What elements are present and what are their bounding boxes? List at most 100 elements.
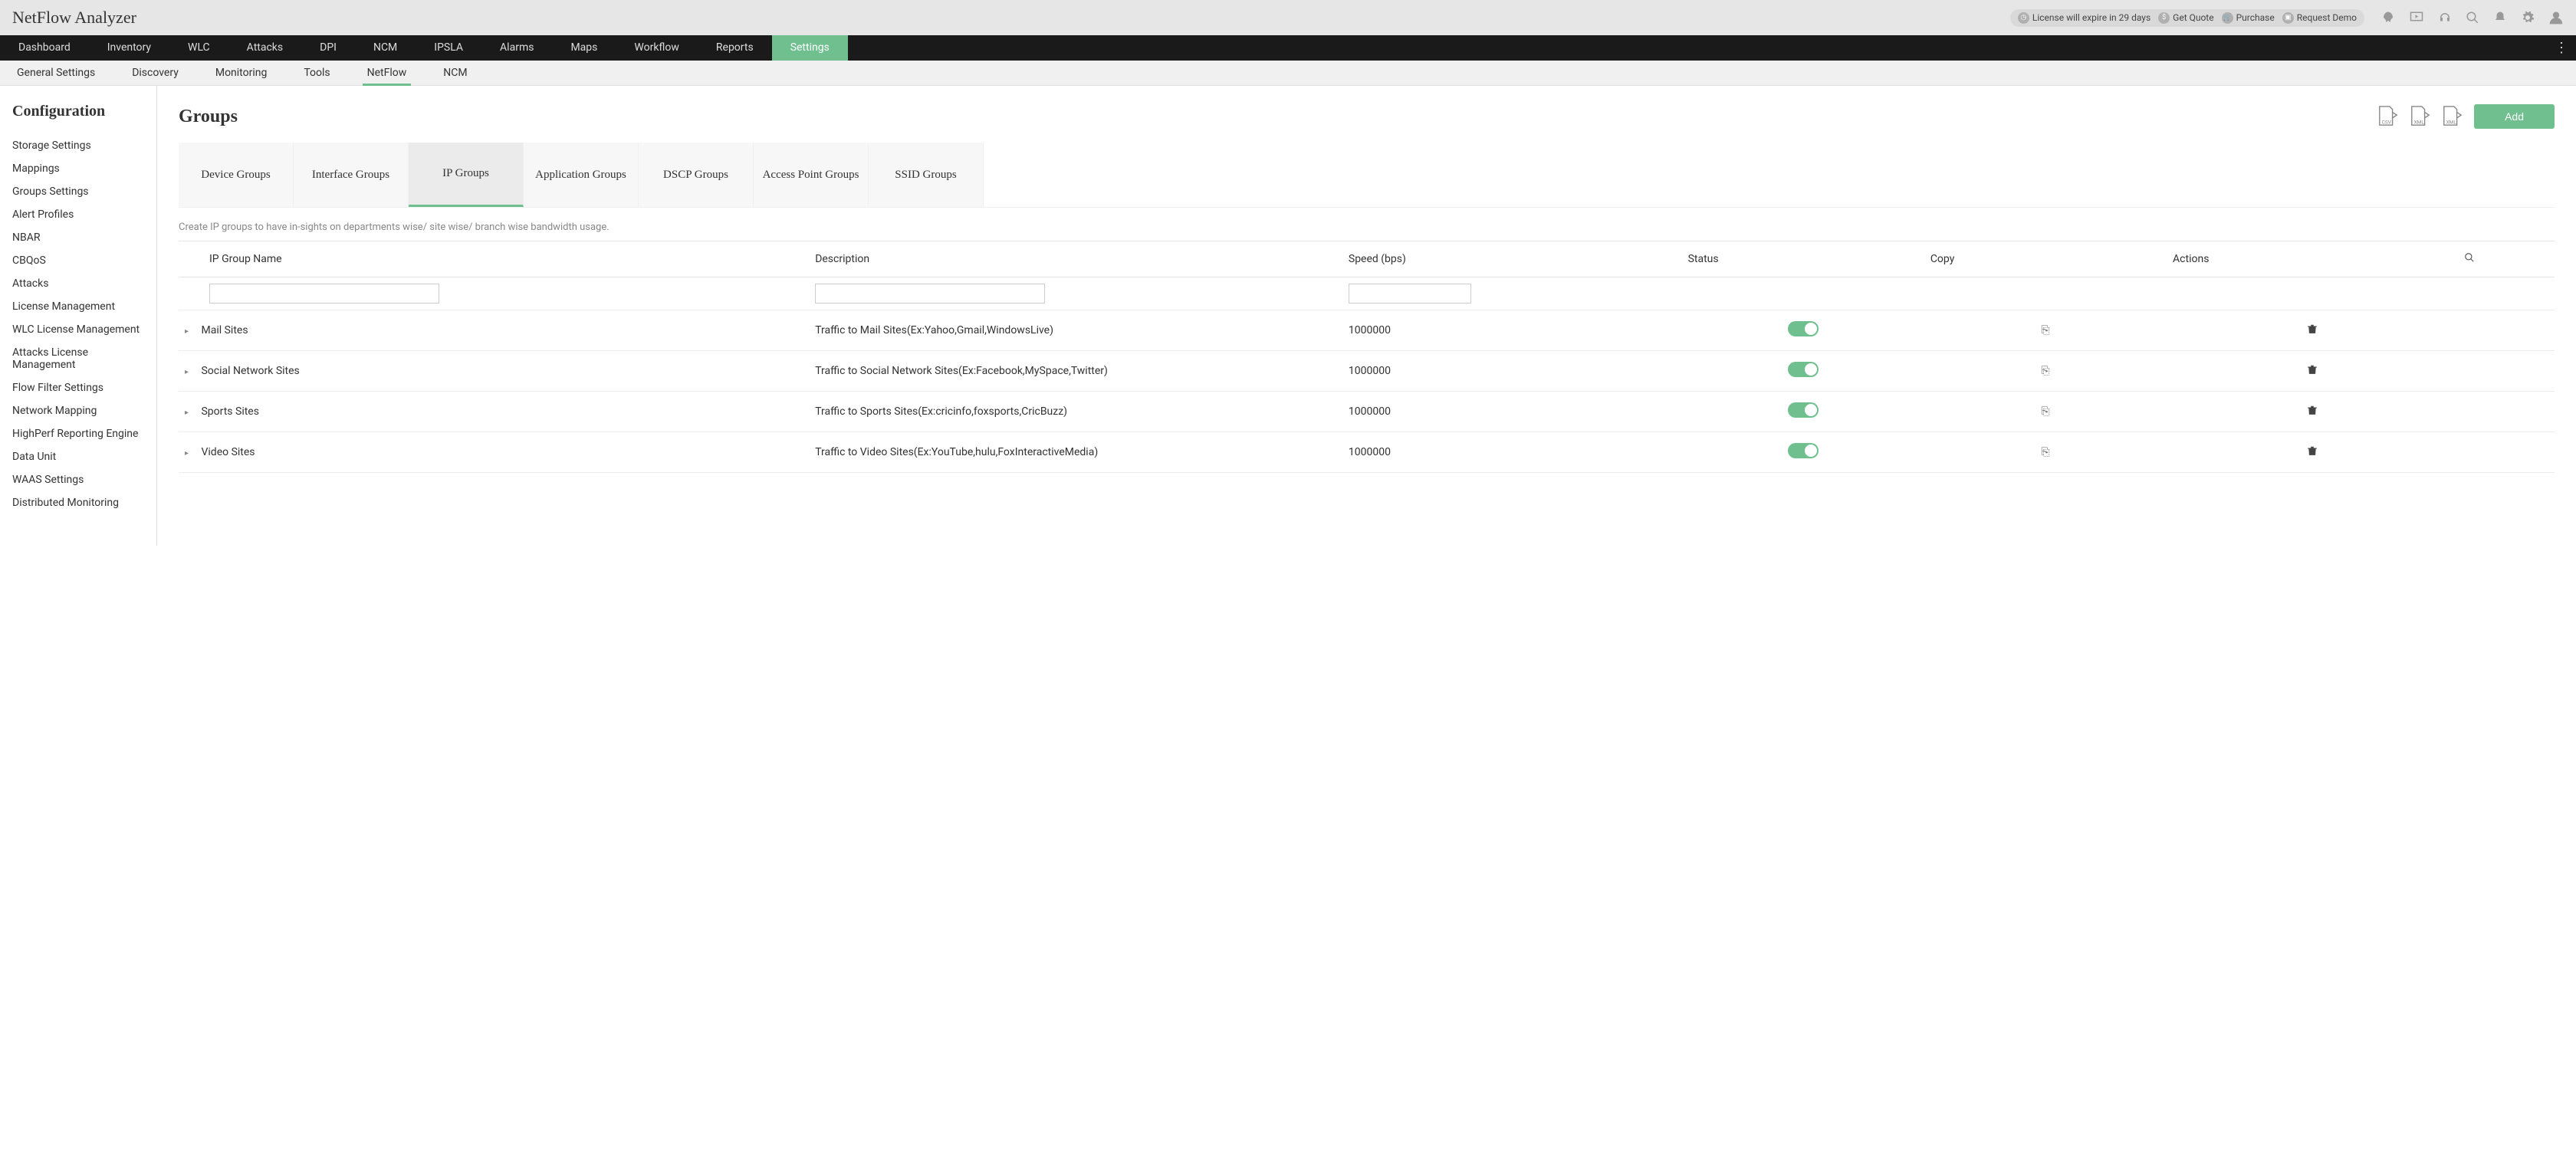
nav-item-alarms[interactable]: Alarms [481, 35, 552, 61]
sidebar-item-groups-settings[interactable]: Groups Settings [12, 180, 144, 203]
filter-name-input[interactable] [209, 284, 439, 304]
row-speed: 1000000 [1342, 351, 1682, 392]
purchase-text: Purchase [2236, 12, 2275, 23]
row-name[interactable]: Sports Sites [201, 405, 258, 418]
main-content: Groups CSV XML XML Add Device GroupsInte… [157, 86, 2576, 546]
nav-item-reports[interactable]: Reports [698, 35, 772, 61]
table-row: ▸ Sports Sites Traffic to Sports Sites(E… [179, 392, 2555, 432]
tab-dscp-groups[interactable]: DSCP Groups [639, 143, 754, 207]
nav-item-wlc[interactable]: WLC [169, 35, 228, 61]
sidebar-item-nbar[interactable]: NBAR [12, 226, 144, 249]
subnav-item-monitoring[interactable]: Monitoring [211, 61, 272, 86]
sidebar-item-network-mapping[interactable]: Network Mapping [12, 399, 144, 422]
sidebar-item-attacks[interactable]: Attacks [12, 272, 144, 295]
nav-item-inventory[interactable]: Inventory [89, 35, 169, 61]
sidebar-item-data-unit[interactable]: Data Unit [12, 445, 144, 468]
row-name[interactable]: Mail Sites [201, 324, 248, 336]
row-name[interactable]: Video Sites [201, 446, 255, 458]
tab-interface-groups[interactable]: Interface Groups [294, 143, 409, 207]
subnav-item-ncm[interactable]: NCM [439, 61, 472, 86]
main-nav: DashboardInventoryWLCAttacksDPINCMIPSLAA… [0, 35, 2576, 61]
expand-icon[interactable]: ▸ [185, 409, 192, 417]
copy-icon[interactable]: ⎘ [2041, 405, 2049, 418]
delete-icon[interactable] [2307, 445, 2318, 460]
col-actions-header[interactable]: Actions [2167, 241, 2457, 277]
request-demo-text: Request Demo [2297, 12, 2357, 23]
sidebar-item-waas-settings[interactable]: WAAS Settings [12, 468, 144, 491]
status-toggle[interactable] [1788, 443, 1819, 458]
sidebar-item-flow-filter-settings[interactable]: Flow Filter Settings [12, 376, 144, 399]
export-xml-icon[interactable]: XML [2410, 104, 2431, 129]
sidebar-item-distributed-monitoring[interactable]: Distributed Monitoring [12, 491, 144, 514]
col-status-header[interactable]: Status [1682, 241, 1924, 277]
headset-icon[interactable] [2438, 11, 2452, 25]
nav-item-attacks[interactable]: Attacks [228, 35, 301, 61]
license-expiry[interactable]: ◷ License will expire in 29 days [2018, 12, 2150, 24]
page-title: Groups [179, 107, 238, 127]
delete-icon[interactable] [2307, 404, 2318, 419]
svg-text:XML: XML [2446, 119, 2457, 125]
col-copy-header[interactable]: Copy [1924, 241, 2167, 277]
expand-icon[interactable]: ▸ [185, 449, 192, 458]
col-speed-header[interactable]: Speed (bps) [1342, 241, 1682, 277]
sidebar-item-mappings[interactable]: Mappings [12, 157, 144, 180]
tab-ip-groups[interactable]: IP Groups [409, 143, 524, 207]
sidebar-heading: Configuration [12, 103, 144, 120]
status-toggle[interactable] [1788, 321, 1819, 336]
sidebar-item-cbqos[interactable]: CBQoS [12, 249, 144, 272]
get-quote-link[interactable]: $ Get Quote [2158, 12, 2213, 24]
filter-description-input[interactable] [815, 284, 1045, 304]
demo-icon: ▣ [2282, 12, 2294, 24]
search-icon[interactable] [2466, 11, 2479, 25]
nav-item-dpi[interactable]: DPI [301, 35, 355, 61]
sidebar-item-wlc-license-management[interactable]: WLC License Management [12, 318, 144, 341]
copy-icon[interactable]: ⎘ [2041, 324, 2049, 336]
row-speed: 1000000 [1342, 392, 1682, 432]
export-csv-icon[interactable]: CSV [2377, 104, 2399, 129]
request-demo-link[interactable]: ▣ Request Demo [2282, 12, 2357, 24]
tab-device-groups[interactable]: Device Groups [179, 143, 294, 207]
presentation-icon[interactable] [2409, 11, 2424, 25]
status-toggle[interactable] [1788, 402, 1819, 418]
sidebar-item-alert-profiles[interactable]: Alert Profiles [12, 203, 144, 226]
user-icon[interactable] [2548, 10, 2564, 25]
delete-icon[interactable] [2307, 323, 2318, 338]
rocket-icon[interactable] [2381, 11, 2395, 25]
row-name[interactable]: Social Network Sites [201, 365, 299, 377]
subnav-item-tools[interactable]: Tools [299, 61, 334, 86]
sidebar-item-attacks-license-management[interactable]: Attacks License Management [12, 341, 144, 376]
bell-icon[interactable] [2493, 11, 2507, 25]
nav-more-icon[interactable]: ⋮ [2555, 40, 2568, 56]
delete-icon[interactable] [2307, 363, 2318, 379]
nav-item-workflow[interactable]: Workflow [616, 35, 698, 61]
tab-access-point-groups[interactable]: Access Point Groups [754, 143, 869, 207]
col-name-header[interactable]: IP Group Name [185, 253, 282, 265]
subnav-item-discovery[interactable]: Discovery [127, 61, 183, 86]
nav-item-dashboard[interactable]: Dashboard [0, 35, 89, 61]
tab-application-groups[interactable]: Application Groups [524, 143, 639, 207]
tab-ssid-groups[interactable]: SSID Groups [869, 143, 984, 207]
header-icons [2381, 10, 2564, 25]
table-search-icon[interactable] [2464, 254, 2475, 266]
subnav-item-general-settings[interactable]: General Settings [12, 61, 100, 86]
export-xml2-icon[interactable]: XML [2442, 104, 2463, 129]
add-button[interactable]: Add [2474, 104, 2555, 129]
gear-icon[interactable] [2521, 11, 2535, 25]
copy-icon[interactable]: ⎘ [2041, 446, 2049, 458]
filter-speed-input[interactable] [1349, 284, 1471, 304]
copy-icon[interactable]: ⎘ [2041, 365, 2049, 377]
sidebar-item-highperf-reporting-engine[interactable]: HighPerf Reporting Engine [12, 422, 144, 445]
subnav-item-netflow[interactable]: NetFlow [363, 61, 412, 86]
nav-item-ncm[interactable]: NCM [355, 35, 416, 61]
expand-icon[interactable]: ▸ [185, 368, 192, 376]
sidebar-item-license-management[interactable]: License Management [12, 295, 144, 318]
col-description-header[interactable]: Description [809, 241, 1342, 277]
nav-item-settings[interactable]: Settings [772, 35, 848, 61]
nav-item-maps[interactable]: Maps [552, 35, 616, 61]
sidebar-item-storage-settings[interactable]: Storage Settings [12, 134, 144, 157]
table-row: ▸ Mail Sites Traffic to Mail Sites(Ex:Ya… [179, 310, 2555, 351]
purchase-link[interactable]: 🛒 Purchase [2222, 12, 2275, 24]
status-toggle[interactable] [1788, 362, 1819, 377]
nav-item-ipsla[interactable]: IPSLA [416, 35, 481, 61]
expand-icon[interactable]: ▸ [185, 327, 192, 336]
